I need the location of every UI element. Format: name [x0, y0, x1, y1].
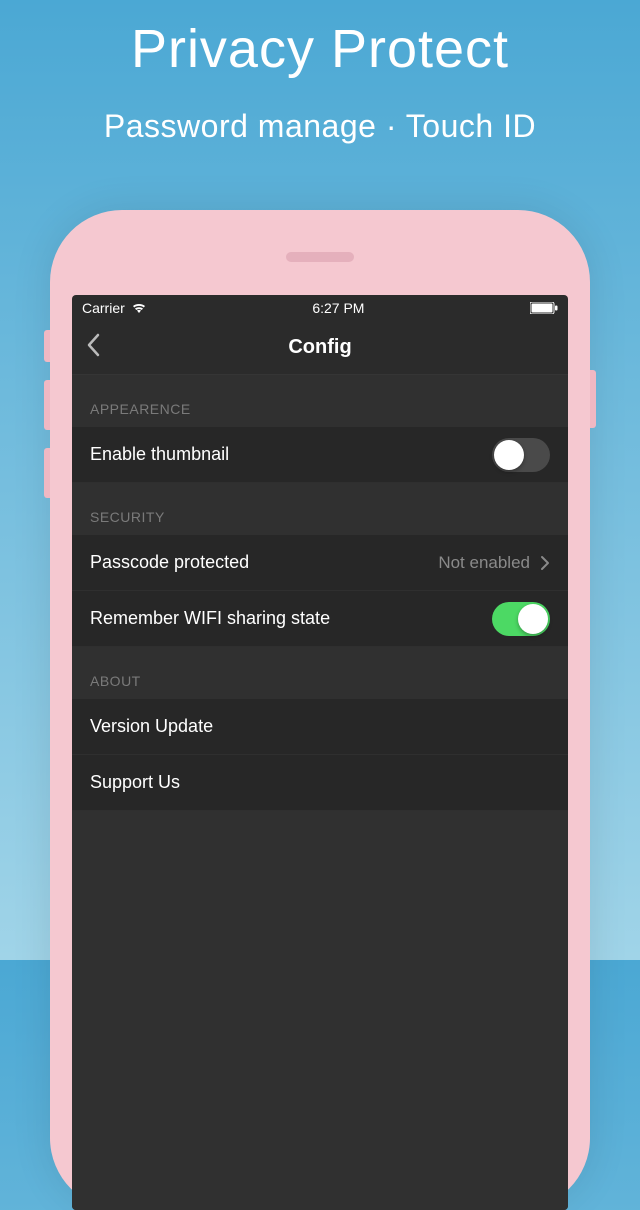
phone-speaker: [286, 252, 354, 262]
toggle-enable-thumbnail[interactable]: [492, 438, 550, 472]
battery-icon: [530, 302, 558, 314]
phone-frame: Carrier 6:27 PM Config APPEARENCE Enable…: [50, 210, 590, 1210]
row-label: Passcode protected: [90, 552, 249, 573]
row-label: Remember WIFI sharing state: [90, 608, 330, 629]
toggle-knob: [494, 440, 524, 470]
silent-switch: [44, 330, 50, 362]
hero-title: Privacy Protect: [0, 0, 640, 80]
volume-up-button: [44, 380, 50, 430]
row-remember-wifi[interactable]: Remember WIFI sharing state: [72, 591, 568, 647]
status-bar: Carrier 6:27 PM: [72, 295, 568, 321]
toggle-remember-wifi[interactable]: [492, 602, 550, 636]
row-version-update[interactable]: Version Update: [72, 699, 568, 755]
section-header-appearance: APPEARENCE: [72, 375, 568, 427]
hero-subtitle: Password manage · Touch ID: [0, 108, 640, 145]
volume-down-button: [44, 448, 50, 498]
section-header-security: SECURITY: [72, 483, 568, 535]
chevron-right-icon: [540, 555, 550, 571]
toggle-knob: [518, 604, 548, 634]
phone-left-buttons: [44, 330, 50, 516]
settings-content: APPEARENCE Enable thumbnail SECURITY Pas…: [72, 375, 568, 1210]
status-time: 6:27 PM: [312, 300, 364, 316]
nav-bar: Config: [72, 321, 568, 375]
row-enable-thumbnail[interactable]: Enable thumbnail: [72, 427, 568, 483]
row-label: Enable thumbnail: [90, 444, 229, 465]
row-label: Support Us: [90, 772, 180, 793]
status-carrier: Carrier: [82, 300, 125, 316]
row-label: Version Update: [90, 716, 213, 737]
back-button[interactable]: [72, 333, 114, 362]
wifi-icon: [131, 302, 147, 314]
row-value: Not enabled: [438, 553, 530, 573]
section-header-about: ABOUT: [72, 647, 568, 699]
row-passcode-protected[interactable]: Passcode protected Not enabled: [72, 535, 568, 591]
power-button: [590, 370, 596, 428]
row-support-us[interactable]: Support Us: [72, 755, 568, 811]
phone-screen: Carrier 6:27 PM Config APPEARENCE Enable…: [72, 295, 568, 1210]
nav-title: Config: [288, 336, 351, 359]
